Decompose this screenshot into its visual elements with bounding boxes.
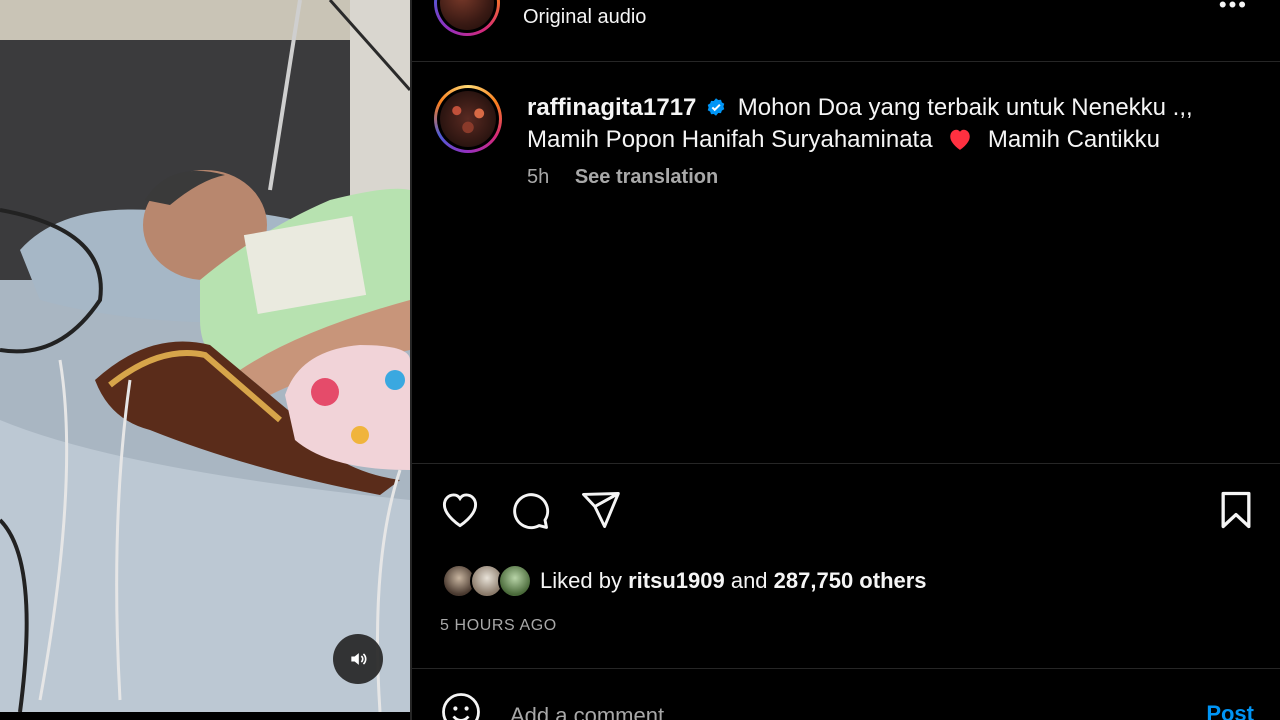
audio-label[interactable]: Original audio: [523, 6, 646, 29]
likes-others-link[interactable]: 287,750 others: [774, 568, 927, 593]
see-translation-link[interactable]: See translation: [575, 166, 718, 188]
comment-icon[interactable]: [508, 488, 552, 532]
liker-avatars[interactable]: [442, 562, 534, 600]
post-timestamp[interactable]: 5 HOURS AGO: [440, 617, 557, 635]
section-divider: [412, 463, 1280, 464]
bookmark-icon[interactable]: [1214, 488, 1258, 532]
video-frame: [0, 0, 410, 712]
action-bar: [412, 488, 1280, 534]
liker-avatar: [498, 564, 532, 598]
liker-username[interactable]: ritsu1909: [628, 568, 725, 593]
audio-avatar[interactable]: [434, 0, 500, 36]
likes-summary: Liked by ritsu1909 and 287,750 others: [442, 562, 927, 600]
verified-badge-icon: [707, 98, 725, 116]
post-media[interactable]: [0, 0, 410, 712]
post-caption: raffinagita1717 Mohon Doa yang terbaik u…: [527, 92, 1247, 156]
likes-text: Liked by ritsu1909 and 287,750 others: [540, 568, 927, 594]
volume-icon: [351, 653, 367, 665]
red-heart-icon: [950, 129, 970, 150]
mute-button[interactable]: [333, 634, 383, 684]
audio-row: Original audio •••: [412, 0, 1280, 62]
post-details-panel: Original audio ••• raffinagita1717 Mohon…: [412, 0, 1280, 720]
author-username[interactable]: raffinagita1717: [527, 94, 696, 121]
heart-icon[interactable]: [438, 488, 482, 532]
post-time[interactable]: 5h: [527, 166, 549, 188]
comment-composer: Post: [412, 669, 1280, 720]
emoji-icon[interactable]: [440, 691, 482, 720]
likes-connector: and: [730, 568, 768, 593]
send-icon[interactable]: [578, 488, 622, 532]
caption-meta: 5h See translation: [527, 166, 718, 189]
caption-text-end: Mamih Cantikku: [987, 126, 1160, 153]
more-horizontal-icon[interactable]: •••: [1219, 0, 1248, 18]
comment-input[interactable]: [510, 701, 1150, 720]
author-avatar[interactable]: [434, 85, 502, 153]
likes-prefix: Liked by: [540, 568, 622, 593]
post-comment-button[interactable]: Post: [1206, 701, 1254, 720]
